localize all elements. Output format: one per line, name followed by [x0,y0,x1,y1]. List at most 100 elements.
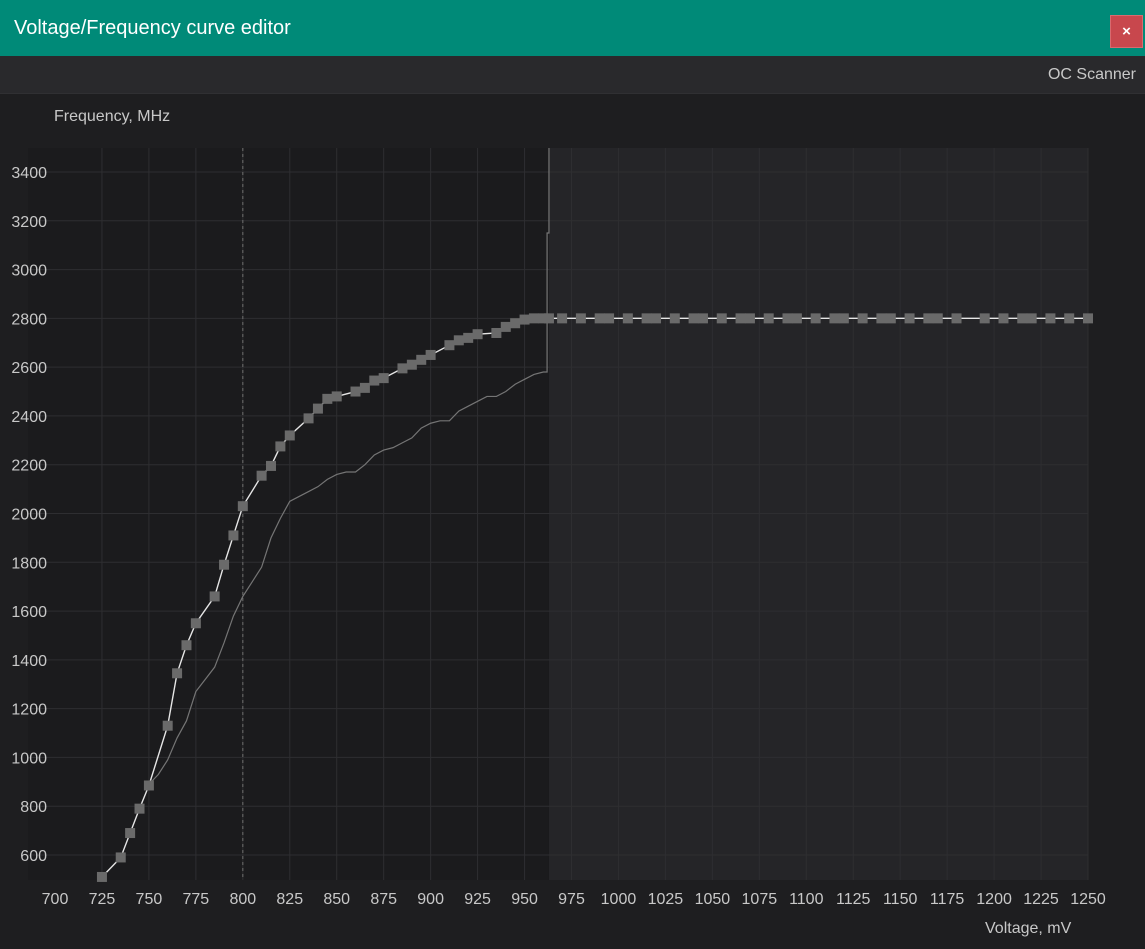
curve-point[interactable] [500,321,511,332]
curve-point[interactable] [716,313,727,324]
curve-point[interactable] [1045,313,1056,324]
curve-point[interactable] [951,313,962,324]
curve-point[interactable] [697,313,708,324]
curve-point[interactable] [322,393,333,404]
curve-point[interactable] [604,313,615,324]
curve-point[interactable] [125,828,136,839]
curve-point[interactable] [219,559,230,570]
curve-point[interactable] [1064,313,1075,324]
curve-point[interactable] [528,313,539,324]
curve-point[interactable] [735,313,746,324]
curve-point[interactable] [876,313,887,324]
curve-point[interactable] [885,313,896,324]
curve-point[interactable] [378,373,389,384]
curve-point[interactable] [1026,313,1037,324]
curve-point[interactable] [256,470,267,481]
curve-point[interactable] [359,382,370,393]
curve-point[interactable] [622,313,633,324]
x-tick-label: 800 [229,891,256,908]
x-tick-label: 1175 [930,891,965,908]
curve-point[interactable] [463,332,474,343]
y-tick-label: 1000 [11,750,47,767]
y-tick-label: 1800 [11,555,47,572]
curve-point[interactable] [134,803,145,814]
curve-point[interactable] [350,386,361,397]
curve-point[interactable] [181,640,192,651]
x-tick-label: 1025 [648,891,684,908]
x-tick-label: 1225 [1023,891,1059,908]
y-tick-label: 2000 [11,507,47,524]
curve-point[interactable] [416,354,427,365]
curve-point[interactable] [284,430,295,441]
vf-curve-chart[interactable]: 600 800 1000 1200 1400 1600 1800 2000 2200 2400 26… [0,0,1145,949]
curve-point[interactable] [669,313,680,324]
x-tick-label: 1125 [836,891,871,908]
curve-point[interactable] [143,780,154,791]
curve-point[interactable] [162,720,173,731]
curve-point[interactable] [651,313,662,324]
curve-point[interactable] [923,313,934,324]
y-tick-label: 3400 [11,165,47,182]
curve-point[interactable] [838,313,849,324]
curve-point[interactable] [331,391,342,402]
curve-point[interactable] [829,313,840,324]
curve-point[interactable] [453,335,464,346]
y-tick-label: 1400 [11,653,47,670]
y-tick-label: 1600 [11,604,47,621]
curve-point[interactable] [641,313,652,324]
y-tick-label: 2600 [11,360,47,377]
curve-point[interactable] [904,313,915,324]
x-tick-label: 900 [417,891,444,908]
curve-point[interactable] [857,313,868,324]
curve-point[interactable] [932,313,943,324]
curve-point[interactable] [115,852,126,863]
curve-point[interactable] [369,375,380,386]
x-tick-label: 1100 [789,891,824,908]
curve-point[interactable] [265,460,276,471]
curve-point[interactable] [472,329,483,340]
y-tick-label: 3200 [11,214,47,231]
x-tick-label: 825 [276,891,303,908]
y-tick-label: 2800 [11,311,47,328]
curve-point[interactable] [763,313,774,324]
x-tick-label: 1050 [695,891,731,908]
curve-point[interactable] [228,530,239,541]
curve-point[interactable] [444,340,455,351]
curve-point[interactable] [425,349,436,360]
curve-point[interactable] [312,403,323,414]
x-tick-label: 700 [42,891,69,908]
curve-point[interactable] [397,363,408,374]
x-tick-label: 1200 [976,891,1012,908]
curve-point[interactable] [190,618,201,629]
curve-point[interactable] [810,313,821,324]
curve-point[interactable] [688,313,699,324]
curve-point[interactable] [1083,313,1093,324]
y-tick-label: 3000 [11,263,47,280]
curve-point[interactable] [303,413,314,424]
curve-point[interactable] [575,313,586,324]
x-tick-label: 950 [511,891,538,908]
curve-point[interactable] [782,313,793,324]
curve-point[interactable] [979,313,990,324]
curve-point[interactable] [172,668,183,679]
curve-point[interactable] [594,313,605,324]
x-tick-label: 750 [136,891,163,908]
x-tick-label: 1075 [742,891,778,908]
x-tick-label: 975 [558,891,585,908]
curve-point[interactable] [96,871,107,882]
curve-point[interactable] [543,313,554,324]
curve-point[interactable] [275,441,286,452]
curve-point[interactable] [237,501,248,512]
curve-point[interactable] [557,313,568,324]
curve-point[interactable] [791,313,802,324]
curve-point[interactable] [510,318,521,329]
curve-point[interactable] [406,359,417,370]
curve-point[interactable] [519,314,530,325]
curve-point[interactable] [744,313,755,324]
curve-point[interactable] [1017,313,1028,324]
curve-point[interactable] [998,313,1009,324]
x-tick-label: 925 [464,891,491,908]
curve-point[interactable] [209,591,220,602]
x-tick-label: 1150 [883,891,918,908]
curve-point[interactable] [491,327,502,338]
